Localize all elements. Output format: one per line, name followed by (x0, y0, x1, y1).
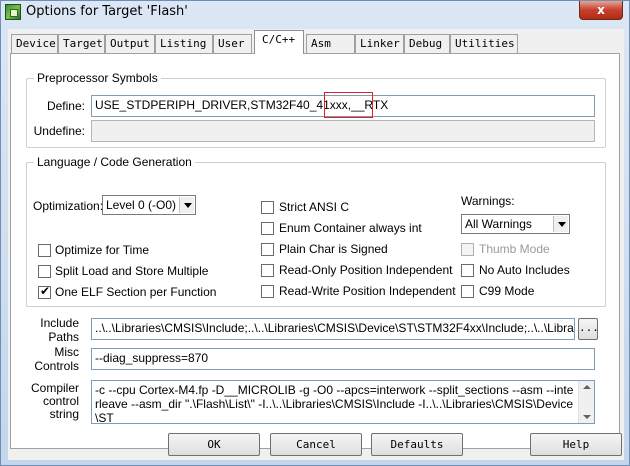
include-paths-browse-button[interactable]: ... (578, 318, 599, 340)
cancel-button[interactable]: Cancel (270, 433, 362, 456)
preprocessor-group-label: Preprocessor Symbols (34, 71, 161, 85)
thumb-mode-checkbox[interactable] (461, 243, 474, 256)
optimize-for-time-checkbox[interactable] (38, 244, 51, 257)
close-button[interactable]: x (579, 1, 623, 20)
defaults-button[interactable]: Defaults (371, 433, 463, 456)
strict-ansi-c-checkbox[interactable] (261, 201, 274, 214)
compiler-control-scrollbar[interactable] (578, 381, 594, 423)
tab-target[interactable]: Target (58, 34, 105, 53)
split-load-store-checkbox[interactable] (38, 265, 51, 278)
tab-debug[interactable]: Debug (404, 34, 450, 53)
ro-position-independent-checkbox[interactable] (261, 264, 274, 277)
c99-mode-checkbox[interactable] (461, 285, 474, 298)
scroll-up-icon[interactable] (583, 385, 591, 389)
include-paths-label-line1: Include (40, 316, 79, 330)
warnings-select[interactable]: All Warnings (461, 214, 570, 234)
no-auto-includes-checkbox[interactable] (461, 264, 474, 277)
include-paths-label: Include Paths (21, 316, 79, 344)
checkmark-icon: ✔ (40, 284, 51, 298)
options-dialog: Options for Target 'Flash' x Device Targ… (0, 0, 630, 466)
warnings-value: All Warnings (465, 217, 532, 231)
compiler-control-text: -c --cpu Cortex-M4.fp -D__MICROLIB -g -O… (95, 383, 574, 424)
undefine-label: Undefine: (33, 124, 85, 138)
include-paths-input[interactable]: ..\..\Libraries\CMSIS\Include;..\..\Libr… (91, 318, 575, 340)
rw-position-independent-checkbox[interactable] (261, 285, 274, 298)
optimize-for-time-label: Optimize for Time (55, 243, 150, 257)
define-input[interactable]: USE_STDPERIPH_DRIVER,STM32F40_41xxx,__RT… (91, 95, 595, 117)
chevron-down-icon (179, 197, 194, 213)
compiler-control-string[interactable]: -c --cpu Cortex-M4.fp -D__MICROLIB -g -O… (91, 380, 595, 424)
tab-utilities[interactable]: Utilities (450, 34, 518, 53)
split-load-store-label: Split Load and Store Multiple (55, 264, 209, 278)
strict-ansi-c-label: Strict ANSI C (279, 200, 350, 214)
one-elf-section-checkbox[interactable]: ✔ (38, 284, 51, 299)
c99-mode-label: C99 Mode (479, 284, 535, 298)
define-label: Define: (46, 99, 85, 113)
undefine-input[interactable] (91, 120, 595, 142)
help-button[interactable]: Help (530, 433, 622, 456)
ro-position-independent-label: Read-Only Position Independent (279, 263, 453, 277)
tab-output[interactable]: Output (105, 34, 155, 53)
misc-controls-label-line2: Controls (34, 359, 79, 373)
title-bar[interactable]: Options for Target 'Flash' x (1, 1, 629, 27)
rw-position-independent-label: Read-Write Position Independent (279, 284, 456, 298)
warnings-label: Warnings: (461, 194, 515, 208)
enum-container-label: Enum Container always int (279, 221, 422, 235)
thumb-mode-label: Thumb Mode (479, 242, 550, 256)
app-icon (5, 4, 21, 20)
tab-listing[interactable]: Listing (155, 34, 213, 53)
tab-linker[interactable]: Linker (355, 34, 404, 53)
plain-char-signed-label: Plain Char is Signed (279, 242, 388, 256)
enum-container-checkbox[interactable] (261, 222, 274, 235)
optimization-value: Level 0 (-O0) (106, 198, 177, 212)
dialog-body: Device Target Output Listing User C/C++ … (8, 29, 624, 460)
tab-asm[interactable]: Asm (306, 34, 355, 53)
misc-controls-label-line1: Misc (54, 345, 79, 359)
optimization-select[interactable]: Level 0 (-O0) (102, 195, 196, 215)
no-auto-includes-label: No Auto Includes (479, 263, 570, 277)
tab-user[interactable]: User (213, 34, 252, 53)
language-group-label: Language / Code Generation (34, 155, 195, 169)
misc-controls-label: Misc Controls (21, 345, 79, 373)
chevron-down-icon (553, 216, 568, 232)
compiler-control-label-line3: string (49, 407, 79, 421)
ok-button[interactable]: OK (168, 433, 260, 456)
misc-controls-input[interactable]: --diag_suppress=870 (91, 348, 595, 370)
compiler-control-label: Compiler control string (21, 382, 79, 421)
tab-c-cpp[interactable]: C/C++ (254, 30, 304, 54)
plain-char-signed-checkbox[interactable] (261, 243, 274, 256)
window-title: Options for Target 'Flash' (26, 4, 188, 19)
scroll-down-icon[interactable] (583, 415, 591, 419)
include-paths-label-line2: Paths (48, 330, 79, 344)
tab-device[interactable]: Device (11, 34, 58, 53)
optimization-label: Optimization: (33, 199, 104, 213)
c-cpp-panel: Preprocessor Symbols Define: USE_STDPERI… (10, 53, 620, 449)
one-elf-section-label: One ELF Section per Function (55, 285, 217, 299)
